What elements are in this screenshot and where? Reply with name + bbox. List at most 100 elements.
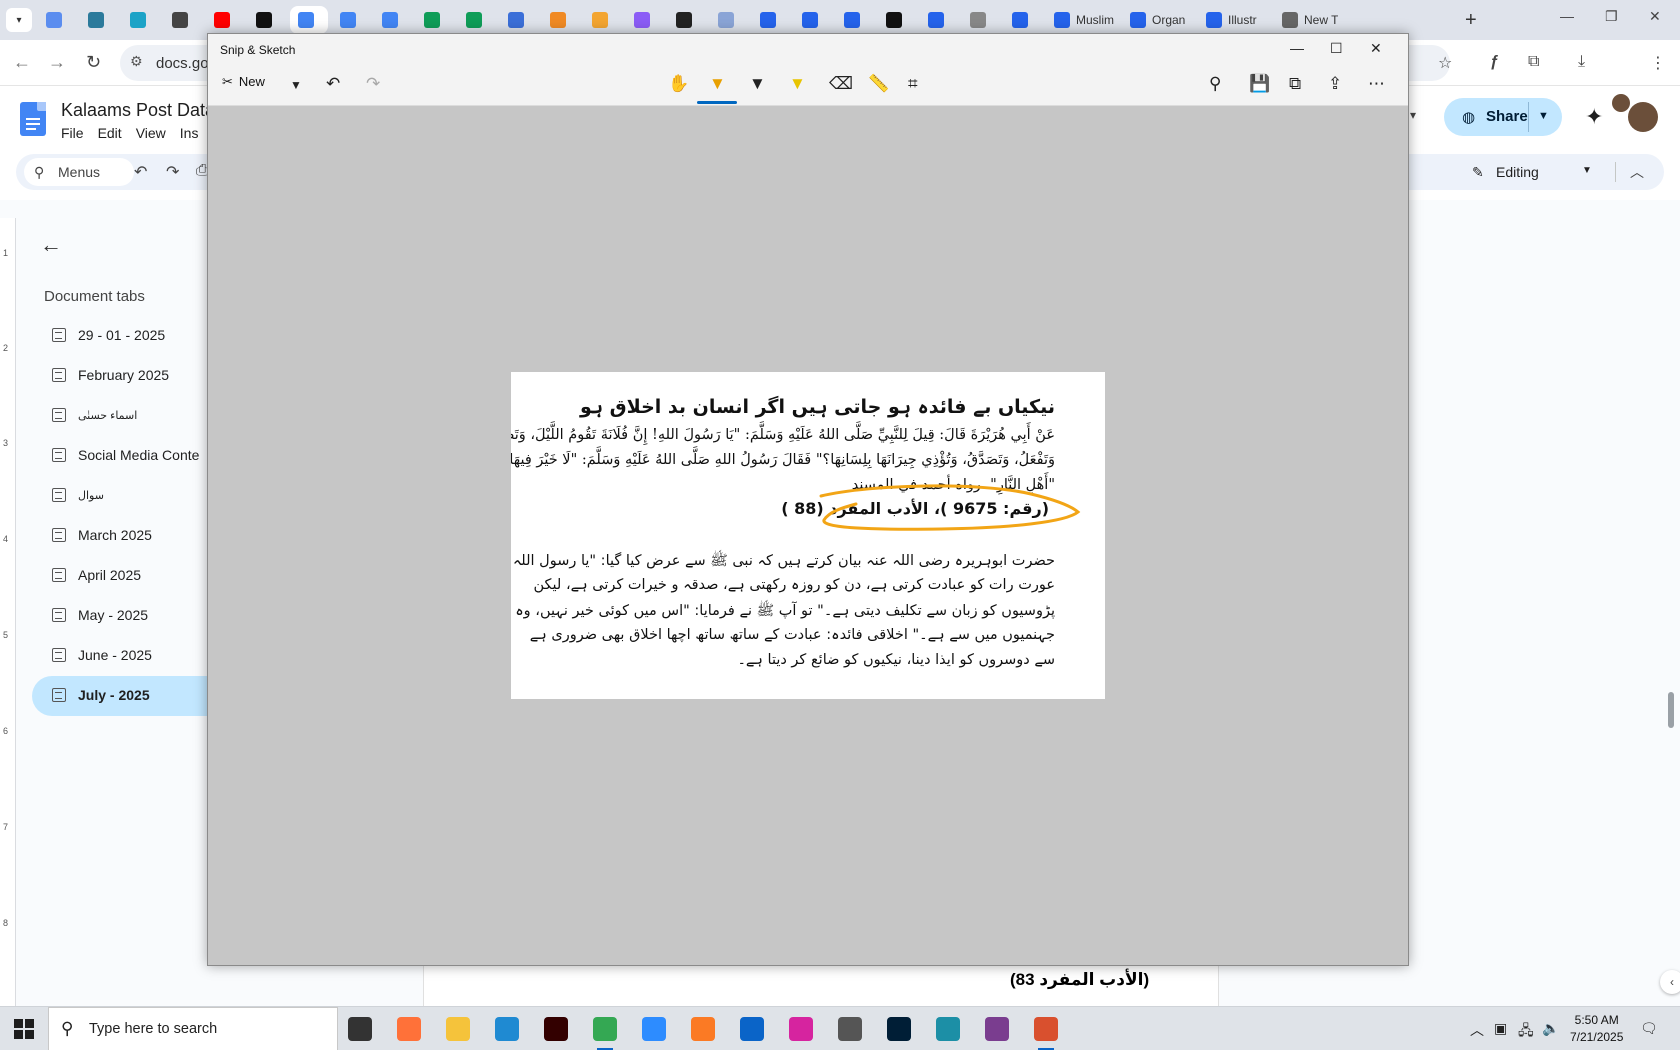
- taskbar-firefox-icon[interactable]: [397, 1017, 421, 1041]
- document-tab-item[interactable]: April 2025: [32, 556, 232, 596]
- taskbar-xampp-icon[interactable]: [691, 1017, 715, 1041]
- touch-writing-icon[interactable]: ✋: [668, 74, 689, 94]
- browser-tab[interactable]: [38, 6, 76, 34]
- browser-tab[interactable]: [626, 6, 664, 34]
- new-tab-button[interactable]: +: [1465, 9, 1477, 32]
- side-panel-expand-icon[interactable]: ‹: [1660, 970, 1680, 994]
- browser-tab[interactable]: [458, 6, 496, 34]
- site-info-icon[interactable]: ⚙: [130, 53, 143, 70]
- browser-tab[interactable]: Organ: [1122, 6, 1194, 34]
- hide-menus-caret-icon[interactable]: ▾: [1410, 108, 1416, 122]
- volume-icon[interactable]: 🔈: [1542, 1020, 1559, 1037]
- browser-tab[interactable]: New T: [1274, 6, 1346, 34]
- snip-titlebar[interactable]: Snip & Sketch — ☐ ✕: [208, 34, 1408, 66]
- browser-tab[interactable]: [878, 6, 916, 34]
- menu-insert[interactable]: Ins: [180, 125, 199, 141]
- browser-tab[interactable]: [962, 6, 1000, 34]
- menu-file[interactable]: File: [61, 125, 84, 141]
- browser-tab[interactable]: Muslim: [1046, 6, 1118, 34]
- new-options-chevron-icon[interactable]: ▼: [290, 78, 302, 92]
- browser-tab[interactable]: [122, 6, 160, 34]
- document-tab-item[interactable]: May - 2025: [32, 596, 232, 636]
- browser-tab[interactable]: [248, 6, 286, 34]
- maximize-icon[interactable]: ☐: [1330, 40, 1343, 57]
- taskbar-photoshop-icon[interactable]: [887, 1017, 911, 1041]
- ruler-icon[interactable]: 📏: [868, 74, 889, 94]
- taskbar-app-blue-icon[interactable]: [936, 1017, 960, 1041]
- minimize-icon[interactable]: —: [1290, 40, 1304, 56]
- taskbar-instagram-icon[interactable]: [789, 1017, 813, 1041]
- close-icon[interactable]: ✕: [1649, 8, 1661, 25]
- taskbar-illustrator-icon[interactable]: [544, 1017, 568, 1041]
- scrollbar-thumb[interactable]: [1668, 692, 1674, 728]
- browser-tab[interactable]: [1004, 6, 1042, 34]
- extension-icon[interactable]: ƒ: [1490, 53, 1499, 71]
- redo-icon[interactable]: ↷: [366, 74, 380, 94]
- snipped-image[interactable]: نیکیاں بے فائدہ ہو جاتی ہیں اگر انسان بد…: [511, 372, 1105, 699]
- browser-tab[interactable]: [542, 6, 580, 34]
- share-icon[interactable]: ⇪: [1328, 74, 1342, 94]
- pencil-icon[interactable]: ▼: [749, 74, 766, 94]
- editing-mode-dropdown[interactable]: ✎ Editing ▼: [1466, 158, 1596, 186]
- account-avatar[interactable]: [1628, 102, 1658, 132]
- document-tab-item[interactable]: February 2025: [32, 356, 232, 396]
- document-tab-item[interactable]: 29 - 01 - 2025: [32, 316, 232, 356]
- copy-icon[interactable]: ⧉: [1289, 74, 1301, 94]
- browser-tab[interactable]: [752, 6, 790, 34]
- browser-tab[interactable]: [80, 6, 118, 34]
- taskbar-winrar-icon[interactable]: [985, 1017, 1009, 1041]
- network-icon[interactable]: 🖧: [1518, 1020, 1534, 1044]
- browser-tab[interactable]: [584, 6, 622, 34]
- clock[interactable]: 5:50 AM 7/21/2025: [1570, 1012, 1623, 1046]
- eraser-icon[interactable]: ⌫: [829, 74, 853, 94]
- chevron-up-icon[interactable]: ︿: [1630, 162, 1644, 182]
- browser-tab[interactable]: [710, 6, 748, 34]
- save-icon[interactable]: 💾: [1249, 74, 1270, 94]
- forward-icon[interactable]: →: [48, 52, 66, 73]
- more-options-icon[interactable]: ⋯: [1368, 74, 1385, 94]
- browser-tab[interactable]: [794, 6, 832, 34]
- undo-icon[interactable]: ↶: [134, 162, 147, 182]
- extensions-puzzle-icon[interactable]: ⧉: [1528, 53, 1539, 71]
- notification-icon[interactable]: 🗨: [1640, 1020, 1658, 1037]
- taskbar-file-explorer-icon[interactable]: [446, 1017, 470, 1041]
- menu-edit[interactable]: Edit: [98, 125, 122, 141]
- browser-tab[interactable]: [290, 6, 328, 34]
- browser-tab[interactable]: [836, 6, 874, 34]
- taskbar-task-view-icon[interactable]: [348, 1017, 372, 1041]
- document-tab-item[interactable]: Social Media Conte: [32, 436, 232, 476]
- document-title[interactable]: Kalaams Post Data: [61, 100, 215, 121]
- zoom-icon[interactable]: ⚲: [1209, 74, 1221, 94]
- browser-tab[interactable]: [332, 6, 370, 34]
- download-icon[interactable]: ⤓: [1578, 53, 1585, 71]
- taskbar-zoom-icon[interactable]: [642, 1017, 666, 1041]
- tray-app-icon[interactable]: ▣: [1494, 1020, 1507, 1037]
- chevron-up-icon[interactable]: ︿: [1470, 1020, 1484, 1040]
- taskbar-chrome-icon[interactable]: [593, 1017, 617, 1050]
- bookmark-star-icon[interactable]: ☆: [1438, 53, 1452, 73]
- back-arrow-icon[interactable]: ←: [40, 232, 62, 258]
- browser-tab[interactable]: [668, 6, 706, 34]
- document-tab-item[interactable]: March 2025: [32, 516, 232, 556]
- document-tab-item[interactable]: سوال: [32, 476, 232, 516]
- browser-tab[interactable]: [920, 6, 958, 34]
- browser-tab[interactable]: [374, 6, 412, 34]
- gemini-sparkle-icon[interactable]: ✦: [1585, 104, 1603, 130]
- chrome-menu-icon[interactable]: ⋮: [1650, 53, 1666, 73]
- document-tab-item[interactable]: June - 2025: [32, 636, 232, 676]
- taskbar-search-box[interactable]: ⚲ Type here to search: [48, 1007, 338, 1050]
- redo-icon[interactable]: ↷: [166, 162, 179, 182]
- browser-tab[interactable]: [206, 6, 244, 34]
- share-dropdown-icon[interactable]: ▼: [1538, 110, 1549, 122]
- taskbar-pen-tool-icon[interactable]: [838, 1017, 862, 1041]
- document-tab-item[interactable]: اسماء حسنٰی: [32, 396, 232, 436]
- profile-avatar[interactable]: [1612, 94, 1630, 112]
- windows-start-icon[interactable]: [14, 1019, 34, 1039]
- share-button[interactable]: ◍ Share ▼: [1444, 98, 1562, 136]
- document-tab-item[interactable]: July - 2025: [32, 676, 232, 716]
- restore-icon[interactable]: ❐: [1605, 8, 1618, 25]
- undo-icon[interactable]: ↶: [326, 74, 340, 94]
- reload-icon[interactable]: ↻: [86, 52, 101, 73]
- menu-view[interactable]: View: [136, 125, 166, 141]
- browser-tab[interactable]: [500, 6, 538, 34]
